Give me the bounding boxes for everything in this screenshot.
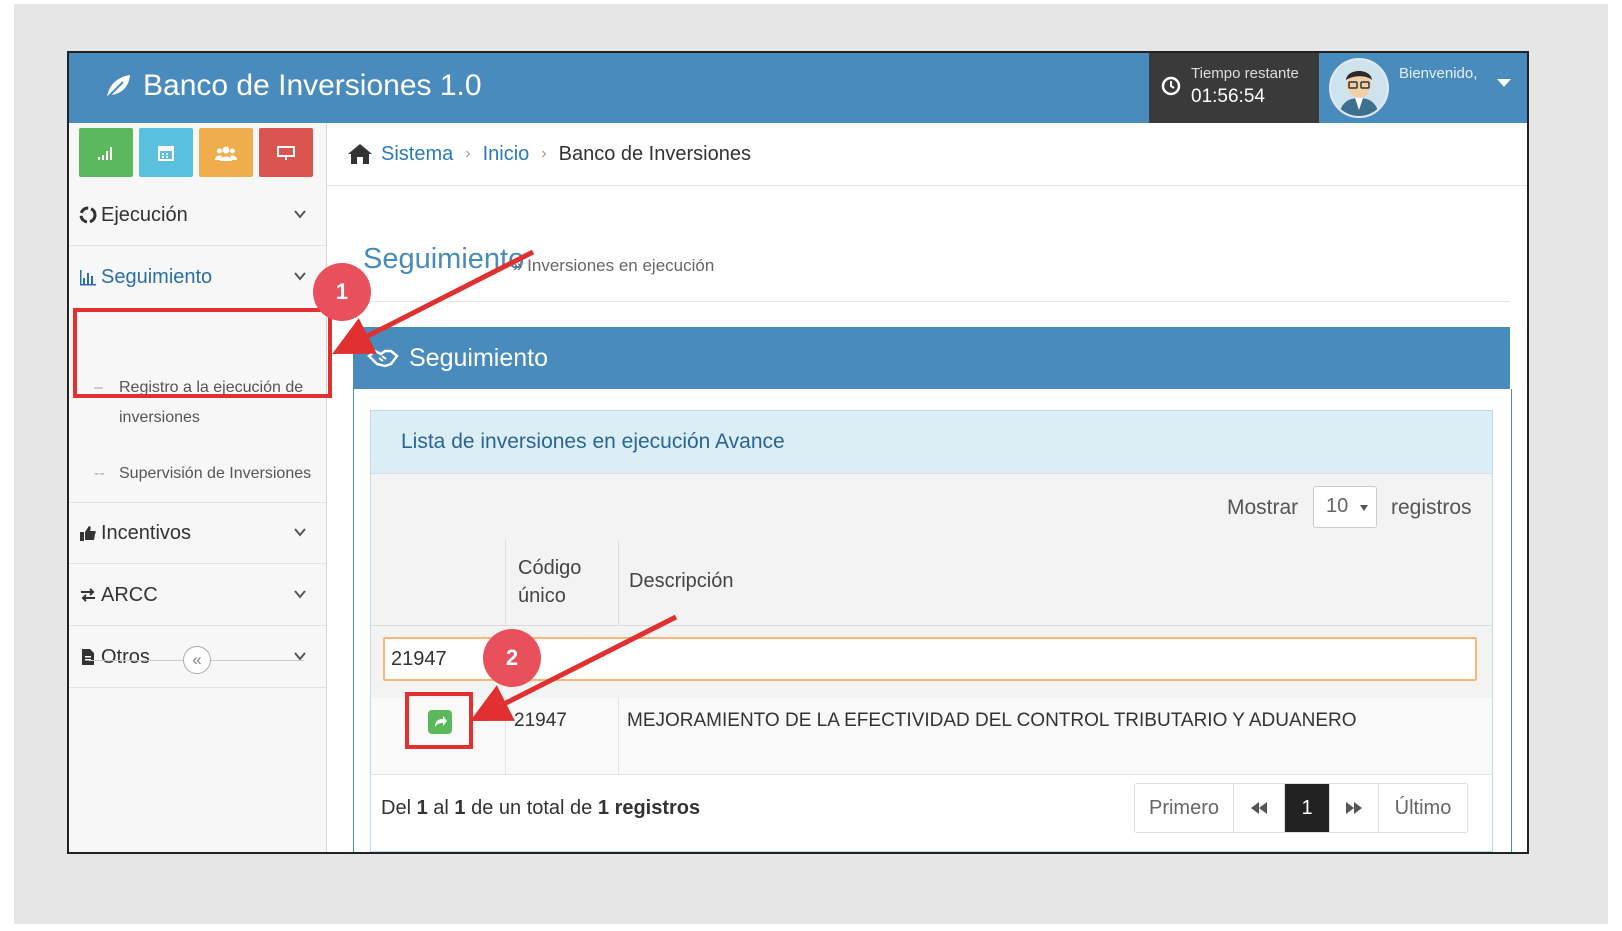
breadcrumb: Sistema › Inicio › Banco de Inversiones bbox=[327, 123, 1527, 186]
welcome-text: Bienvenido, bbox=[1399, 65, 1478, 82]
chevron-down-icon bbox=[294, 210, 306, 219]
bar-chart-icon bbox=[80, 270, 96, 286]
pager-first-button[interactable]: Primero bbox=[1135, 784, 1234, 832]
row-code: 21947 bbox=[514, 710, 567, 731]
table-info: Del 1 al 1 de un total de 1 registros bbox=[381, 797, 700, 820]
column-header-descripcion[interactable]: Descripción bbox=[629, 570, 733, 593]
page-size-select[interactable]: 10 bbox=[1313, 486, 1377, 528]
column-header-codigo[interactable]: Código único bbox=[506, 540, 619, 625]
forward-icon bbox=[1346, 802, 1362, 814]
table-toolbar: Mostrar 10 registros bbox=[371, 473, 1492, 541]
breadcrumb-separator: › bbox=[465, 145, 471, 162]
monitor-icon bbox=[277, 145, 295, 160]
user-avatar-icon bbox=[1331, 60, 1387, 116]
submenu-supervision[interactable]: -- Supervisión de Inversiones bbox=[94, 459, 319, 489]
timer-value: 01:56:54 bbox=[1191, 86, 1265, 107]
box-title-text: Lista de inversiones en ejecución Avance bbox=[401, 430, 785, 453]
home-icon[interactable] bbox=[347, 142, 373, 166]
annotation-step-2: 2 bbox=[483, 629, 541, 687]
brand-title: Banco de Inversiones 1.0 bbox=[143, 69, 482, 102]
caret-down-icon[interactable] bbox=[1497, 79, 1511, 87]
session-timer: Tiempo restante 01:56:54 bbox=[1149, 53, 1319, 123]
panel-title: Seguimiento bbox=[409, 343, 548, 372]
sidebar-item-arcc[interactable]: ARCC bbox=[69, 565, 326, 626]
double-chevron-left-icon: « bbox=[192, 650, 202, 669]
records-label: registros bbox=[1391, 496, 1472, 519]
breadcrumb-sistema[interactable]: Sistema bbox=[381, 143, 453, 166]
pager-prev-button[interactable] bbox=[1234, 784, 1285, 832]
shortcut-users-button[interactable] bbox=[199, 128, 253, 177]
sidebar-item-label: Ejecución bbox=[101, 203, 188, 226]
code-cell: 21947 bbox=[506, 698, 619, 774]
table-header: Código único Descripción bbox=[371, 540, 1492, 626]
sidebar-item-label: Incentivos bbox=[101, 521, 192, 544]
show-label: Mostrar bbox=[1227, 496, 1299, 519]
calendar-icon bbox=[158, 145, 174, 161]
sidebar-item-label: Otros bbox=[101, 645, 150, 668]
breadcrumb-inicio[interactable]: Inicio bbox=[483, 143, 530, 166]
row-description: MEJORAMIENTO DE LA EFECTIVIDAD DEL CONTR… bbox=[627, 710, 1357, 731]
brand[interactable]: Banco de Inversiones 1.0 bbox=[103, 69, 482, 103]
pager-next-button[interactable] bbox=[1330, 784, 1379, 832]
top-bar: Banco de Inversiones 1.0 Tiempo restante… bbox=[69, 53, 1527, 123]
code-filter-input[interactable]: 21947 bbox=[383, 637, 1477, 681]
file-icon bbox=[82, 649, 94, 665]
column-header-label: Código único bbox=[518, 557, 582, 607]
chevron-down-icon bbox=[294, 528, 306, 537]
box-title: Lista de inversiones en ejecución Avance bbox=[371, 411, 1492, 473]
clock-icon bbox=[1161, 76, 1181, 96]
chevron-down-icon bbox=[294, 272, 306, 281]
divider bbox=[355, 301, 1510, 302]
panel-header: Seguimiento bbox=[353, 327, 1510, 389]
tree-dash: -- bbox=[94, 465, 105, 482]
recycle-icon bbox=[79, 206, 97, 224]
chevron-down-icon bbox=[294, 590, 306, 599]
info-to: 1 bbox=[454, 797, 466, 819]
submenu-label: Supervisión de Inversiones bbox=[119, 465, 312, 482]
table-row: 21947 MEJORAMIENTO DE LA EFECTIVIDAD DEL… bbox=[371, 698, 1492, 775]
avatar bbox=[1329, 58, 1389, 118]
users-icon bbox=[215, 146, 237, 161]
info-mid: de un total de bbox=[471, 797, 593, 819]
shortcut-calendar-button[interactable] bbox=[139, 128, 193, 177]
sidebar-collapse-button[interactable]: « bbox=[183, 646, 211, 674]
sidebar-item-label: Seguimiento bbox=[101, 265, 213, 288]
shortcut-stats-button[interactable] bbox=[79, 128, 133, 177]
page-size-value: 10 bbox=[1326, 495, 1349, 517]
sidebar-item-incentivos[interactable]: Incentivos bbox=[69, 503, 326, 564]
annotation-step-1: 1 bbox=[313, 263, 371, 321]
info-total: 1 bbox=[597, 797, 609, 819]
page-title: Seguimiento bbox=[363, 243, 525, 275]
sidebar-item-seguimiento[interactable]: Seguimiento bbox=[69, 247, 326, 307]
breadcrumb-current: Banco de Inversiones bbox=[558, 142, 751, 165]
thumbs-up-icon bbox=[80, 526, 96, 541]
handshake-icon bbox=[367, 349, 399, 368]
page-subtitle: » Inversiones en ejecución bbox=[513, 256, 715, 275]
leaf-icon bbox=[106, 75, 130, 99]
column-header-actions bbox=[371, 540, 506, 625]
backward-icon bbox=[1251, 802, 1267, 814]
user-menu[interactable]: Bienvenido, bbox=[1319, 53, 1527, 123]
timer-label: Tiempo restante bbox=[1191, 65, 1299, 82]
sidebar-item-ejecucion[interactable]: Ejecución bbox=[69, 185, 326, 246]
info-prefix: Del bbox=[381, 797, 412, 819]
breadcrumb-separator: › bbox=[541, 145, 547, 162]
sidebar: Ejecución Seguimiento – Registro a la ej… bbox=[69, 123, 327, 852]
pager-last-button[interactable]: Último bbox=[1379, 784, 1467, 832]
exchange-icon bbox=[81, 588, 95, 602]
investments-box: Lista de inversiones en ejecución Avance… bbox=[370, 410, 1493, 852]
info-al: al bbox=[433, 797, 449, 819]
pagination: Primero 1 Último bbox=[1134, 783, 1468, 833]
sidebar-item-label: ARCC bbox=[101, 583, 158, 606]
pager-page-1[interactable]: 1 bbox=[1285, 784, 1330, 832]
app-window: Banco de Inversiones 1.0 Tiempo restante… bbox=[67, 51, 1529, 854]
shortcut-buttons bbox=[79, 128, 313, 177]
caret-down-icon bbox=[1360, 505, 1368, 511]
info-from: 1 bbox=[416, 797, 428, 819]
annotation-box-1 bbox=[73, 308, 332, 398]
info-suffix: registros bbox=[614, 797, 701, 819]
bar-chart-icon bbox=[98, 146, 112, 160]
annotation-box-2 bbox=[405, 692, 473, 749]
shortcut-monitor-button[interactable] bbox=[259, 128, 313, 177]
